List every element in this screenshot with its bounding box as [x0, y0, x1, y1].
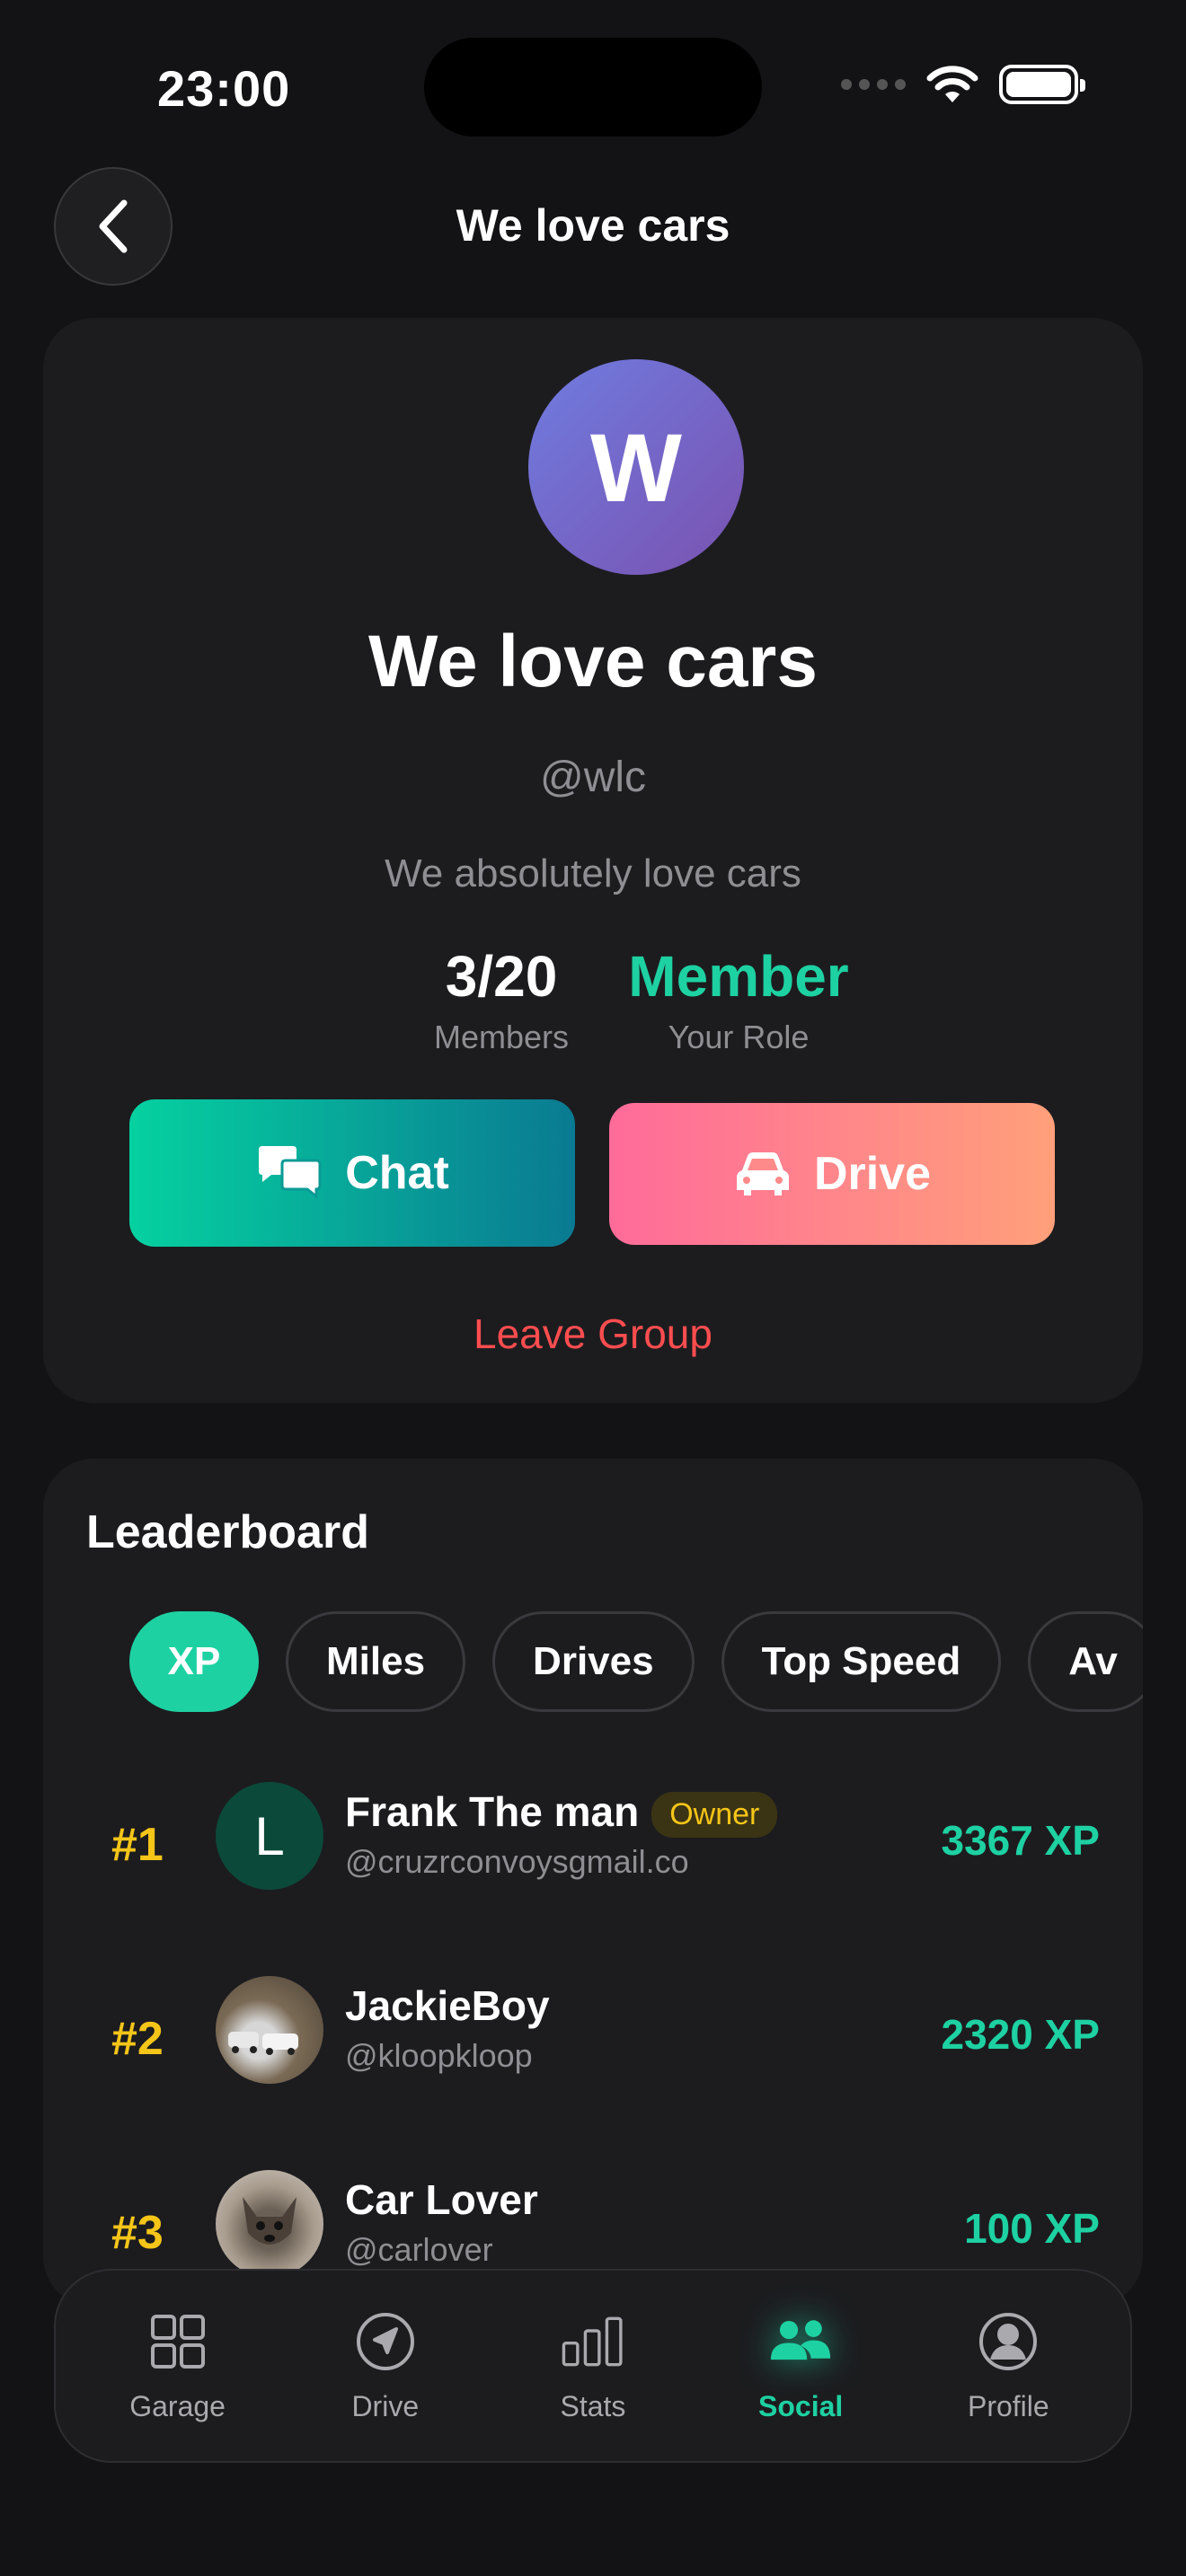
xp-score: 2320 XP [941, 2011, 1100, 2058]
rank: #3 [111, 2207, 164, 2259]
chat-button[interactable]: Chat [129, 1099, 575, 1247]
tab-drive[interactable]: Drive [296, 2309, 475, 2423]
tab-label: Social [758, 2389, 844, 2422]
user-handle: @cruzrconvoysgmail.co [345, 1843, 689, 1880]
bottom-tab-bar: Garage Drive Stats Social Profile [54, 2269, 1132, 2463]
status-time: 23:00 [157, 60, 291, 117]
xp-score: 100 XP [964, 2205, 1100, 2252]
avatar [216, 1976, 323, 2084]
chat-bubbles-icon [259, 1146, 322, 1200]
avatar: L [216, 1782, 323, 1890]
tab-label: Stats [560, 2389, 626, 2422]
drive-button-label: Drive [813, 1148, 932, 1200]
leaderboard-row[interactable]: #2 JackieBoy @kloopkloop 2320 XP [43, 1976, 1143, 2093]
leaderboard-row[interactable]: #1 L Frank The man Owner @cruzrconvoysgma… [43, 1782, 1143, 1899]
wifi-icon [926, 66, 978, 102]
user-name-line: Frank The man Owner [345, 1787, 778, 1839]
user-name: Car Lover [345, 2176, 538, 2223]
chip-xp[interactable]: XP [129, 1611, 259, 1712]
tab-profile[interactable]: Profile [918, 2309, 1098, 2423]
dynamic-island [424, 38, 762, 137]
person-circle-icon [976, 2309, 1040, 2374]
group-info-card: W We love cars @wlc We absolutely love c… [43, 318, 1143, 1403]
rank: #2 [111, 2013, 164, 2065]
status-indicators [841, 65, 1085, 104]
bar-chart-icon [561, 2309, 625, 2374]
tab-label: Garage [129, 2389, 226, 2422]
user-handle: @kloopkloop [345, 2037, 533, 2074]
grid-icon [146, 2309, 210, 2374]
battery-icon [999, 65, 1085, 104]
chip-miles[interactable]: Miles [286, 1611, 466, 1712]
group-name: We love cars [368, 621, 818, 702]
role-label: Your Role [668, 1019, 810, 1055]
leave-group-link[interactable]: Leave Group [43, 1310, 1143, 1358]
avatar [216, 2170, 323, 2278]
role-value: Member [628, 944, 849, 1009]
user-handle: @carlover [345, 2231, 493, 2268]
people-icon [768, 2309, 833, 2374]
dog-photo-icon [243, 2197, 296, 2245]
chip-top-speed[interactable]: Top Speed [721, 1611, 1002, 1712]
chip-average[interactable]: Av [1028, 1611, 1143, 1712]
xp-score: 3367 XP [941, 1817, 1100, 1864]
tab-stats[interactable]: Stats [503, 2309, 683, 2423]
group-handle: @wlc [539, 754, 647, 801]
rank: #1 [111, 1819, 164, 1871]
tab-garage[interactable]: Garage [88, 2309, 268, 2423]
user-name: Frank The man [345, 1788, 640, 1835]
group-description: We absolutely love cars [385, 851, 801, 895]
owner-badge: Owner [651, 1792, 778, 1839]
tab-label: Drive [351, 2389, 420, 2422]
car-photo-icon [228, 2032, 298, 2055]
chat-button-label: Chat [345, 1147, 449, 1199]
leaderboard-filter-chips[interactable]: XP Miles Drives Top Speed Av [129, 1608, 1143, 1716]
car-icon [736, 1152, 789, 1195]
group-avatar: W [528, 359, 744, 575]
chip-drives[interactable]: Drives [492, 1611, 695, 1712]
signal-icon [841, 79, 906, 90]
leaderboard-card: Leaderboard XP Miles Drives Top Speed Av… [43, 1459, 1143, 2307]
tab-social[interactable]: Social [711, 2309, 890, 2423]
leaderboard-title: Leaderboard [86, 1506, 369, 1558]
navigation-icon [353, 2309, 418, 2374]
user-name: JackieBoy [345, 1982, 550, 2029]
page-title: We love cars [456, 200, 730, 251]
drive-button[interactable]: Drive [609, 1103, 1055, 1245]
tab-label: Profile [967, 2389, 1049, 2422]
role-stat: Member Your Role [586, 943, 891, 1056]
